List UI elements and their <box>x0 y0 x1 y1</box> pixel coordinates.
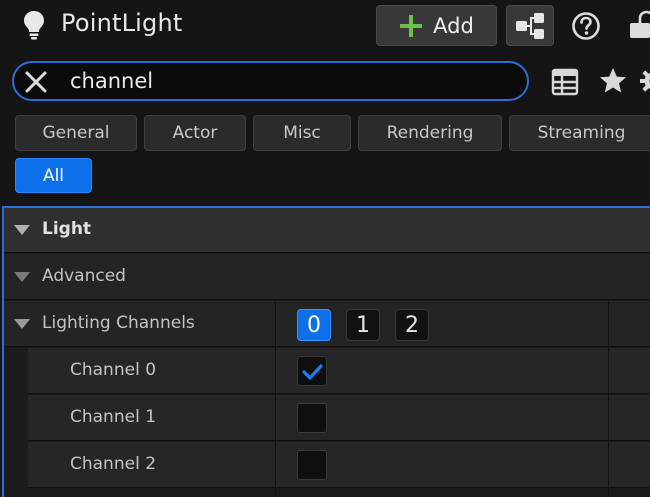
search-input[interactable] <box>70 66 510 96</box>
tab-streaming[interactable]: Streaming <box>509 115 650 151</box>
gear-icon[interactable] <box>638 66 650 96</box>
channel-1-row: Channel 1 <box>4 395 650 441</box>
triangle-down-icon <box>14 272 30 282</box>
property-label: Channel 0 <box>70 360 157 380</box>
grid-icon[interactable] <box>551 68 579 96</box>
details-header: PointLight Add <box>0 0 650 52</box>
tab-misc[interactable]: Misc <box>253 115 351 151</box>
star-icon[interactable] <box>598 66 628 96</box>
category-label: Advanced <box>42 266 126 286</box>
details-panel: Light Advanced Lighting Channels 0 1 2 C… <box>2 206 650 497</box>
property-label: Lighting Channels <box>42 313 195 333</box>
tab-general[interactable]: General <box>15 115 137 151</box>
plus-icon <box>400 14 423 37</box>
blueprint-nodes-icon <box>516 12 544 39</box>
tab-rendering[interactable]: Rendering <box>358 115 502 151</box>
channel-2-checkbox[interactable] <box>297 450 327 480</box>
channel-0-button[interactable]: 0 <box>297 309 331 341</box>
indent-bar <box>4 348 28 394</box>
tab-all[interactable]: All <box>15 158 92 193</box>
triangle-down-icon <box>14 225 30 235</box>
lock-icon[interactable] <box>626 10 650 40</box>
actor-title: PointLight <box>61 9 183 37</box>
channel-1-checkbox[interactable] <box>297 403 327 433</box>
close-icon[interactable] <box>24 70 48 94</box>
blueprint-button[interactable] <box>506 5 554 46</box>
column-divider <box>608 301 609 497</box>
column-divider[interactable] <box>275 301 276 497</box>
advanced-category[interactable]: Advanced <box>4 254 650 300</box>
help-icon[interactable] <box>570 10 602 42</box>
add-component-button[interactable]: Add <box>376 5 497 46</box>
tab-actor[interactable]: Actor <box>144 115 246 151</box>
property-label: Channel 1 <box>70 407 157 427</box>
add-button-label: Add <box>433 13 474 38</box>
property-label: Channel 2 <box>70 454 157 474</box>
search-box[interactable] <box>12 61 529 101</box>
indent-bar <box>4 442 28 488</box>
triangle-down-icon <box>14 319 30 329</box>
section-title: Light <box>42 219 92 239</box>
channel-0-checkbox[interactable] <box>297 356 327 386</box>
indent-bar <box>4 395 28 441</box>
channel-2-row: Channel 2 <box>4 442 650 488</box>
lightbulb-icon <box>24 11 44 40</box>
channel-2-button[interactable]: 2 <box>395 309 429 341</box>
checkmark-icon <box>302 364 323 380</box>
channel-1-button[interactable]: 1 <box>346 309 380 341</box>
light-section-header[interactable]: Light <box>4 208 650 253</box>
channel-0-row: Channel 0 <box>4 348 650 394</box>
lighting-channels-row[interactable]: Lighting Channels 0 1 2 <box>4 301 650 347</box>
